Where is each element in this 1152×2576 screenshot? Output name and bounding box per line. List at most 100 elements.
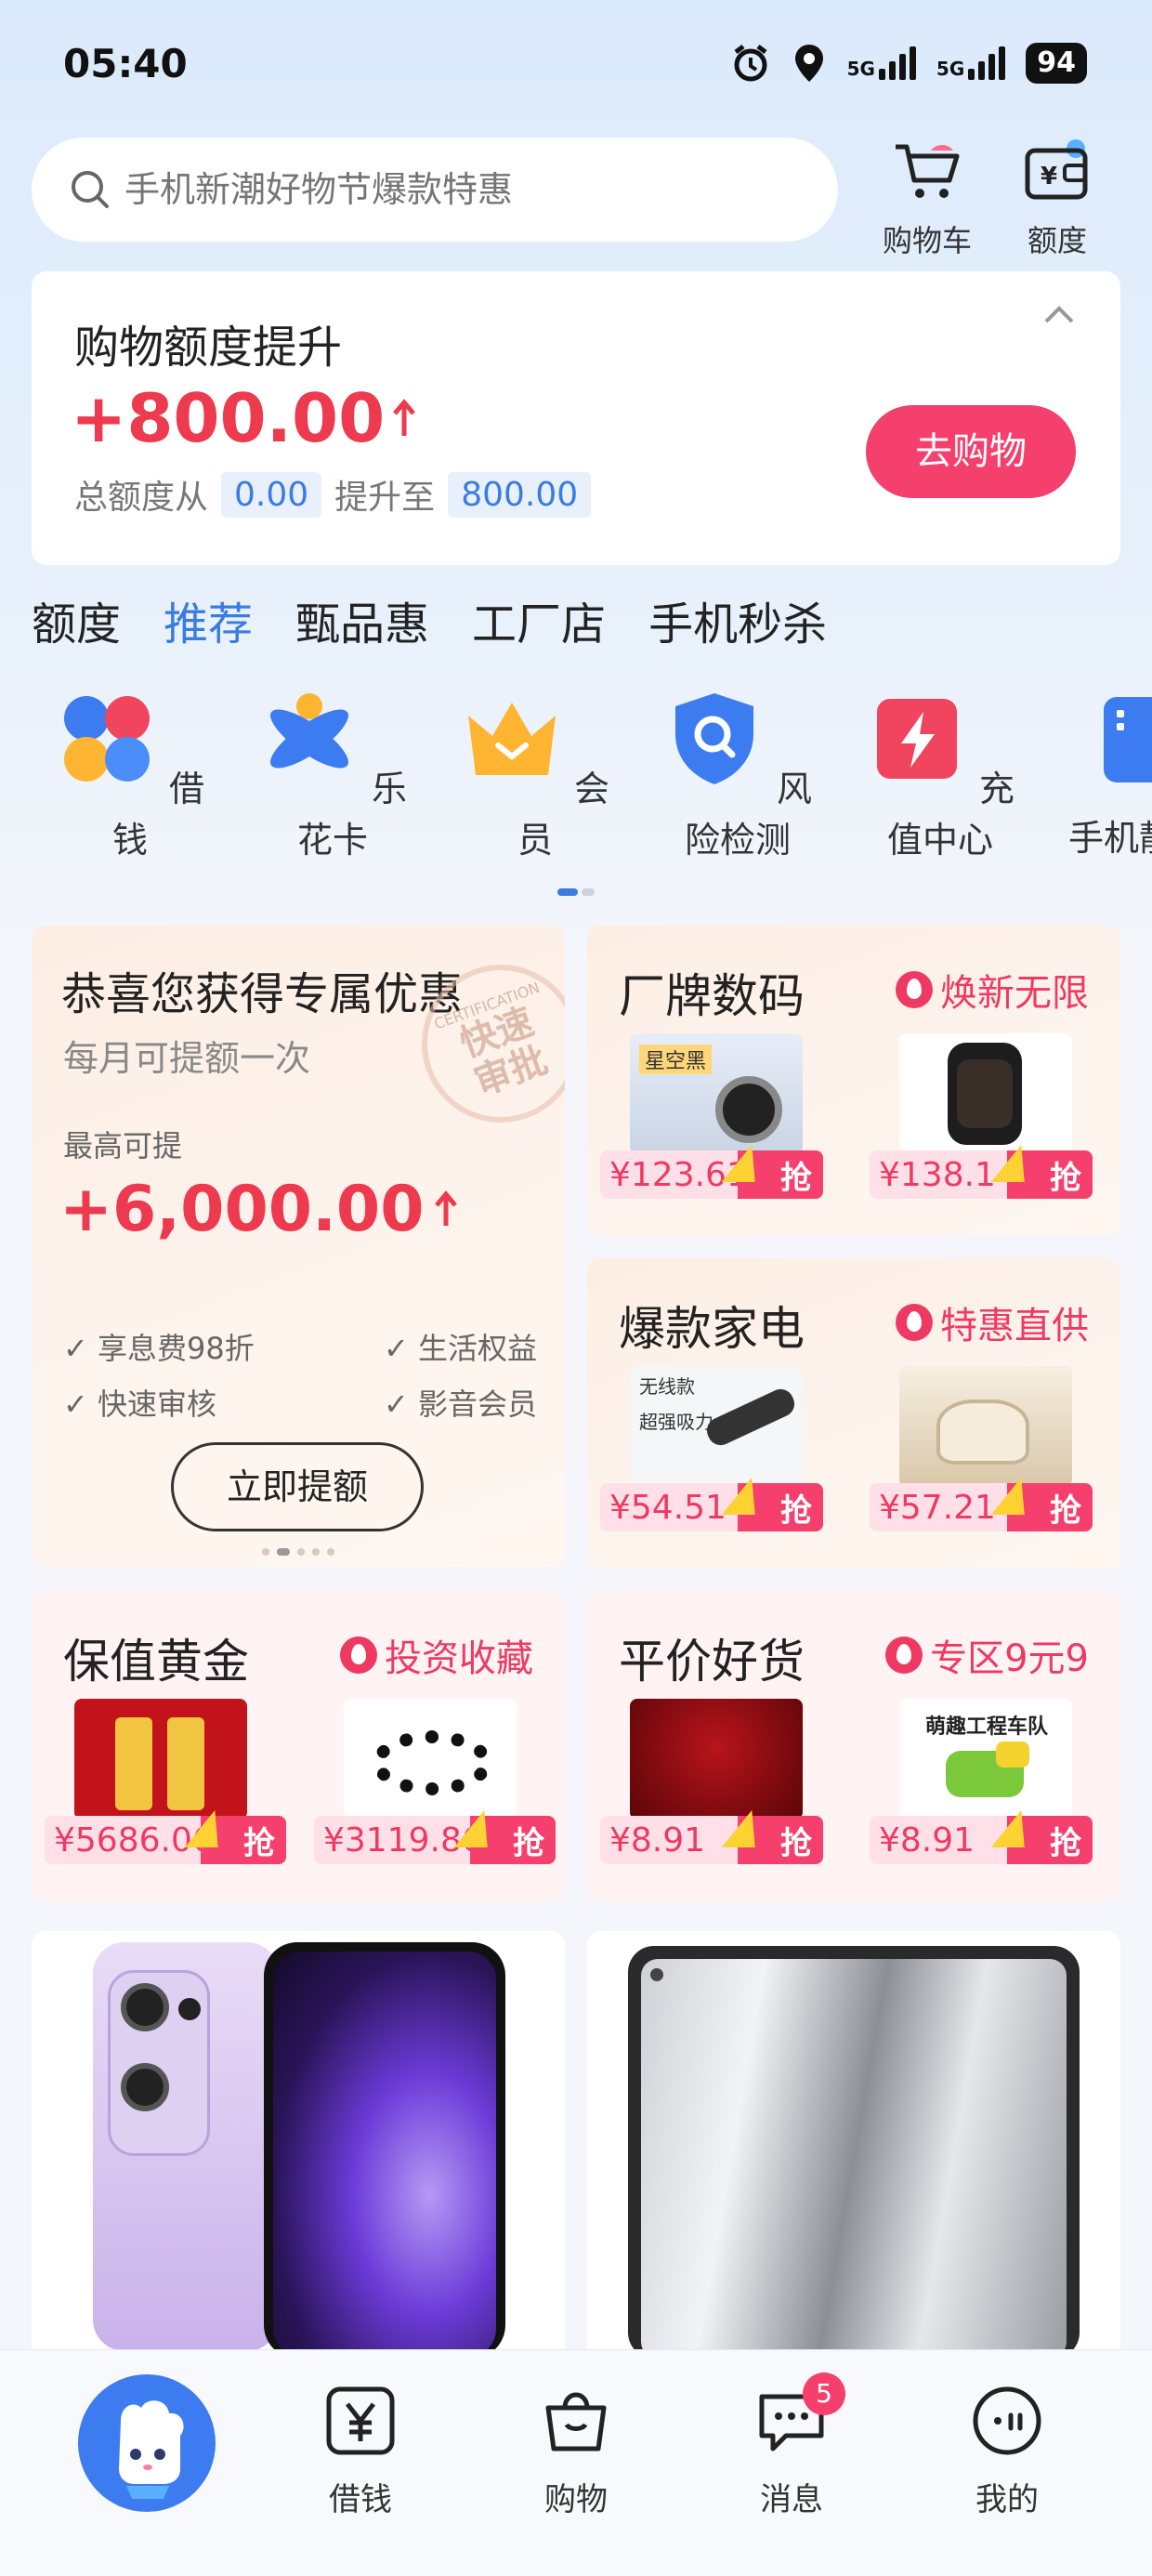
- mascot-icon: [119, 2400, 184, 2499]
- product-card-tablet[interactable]: [587, 1931, 1120, 2359]
- status-icons: 5G 5G 94: [730, 43, 1087, 84]
- quick-entry-member[interactable]: 会员: [452, 688, 619, 862]
- tablet-image: [628, 1946, 1080, 2359]
- nav-mine[interactable]: 我的: [942, 2384, 1072, 2519]
- quota-label: 额度: [1027, 223, 1087, 258]
- nav-shopping[interactable]: 购物: [511, 2384, 641, 2519]
- nav-borrow[interactable]: 借钱: [295, 2384, 425, 2519]
- phone-front-image: [264, 1942, 505, 2359]
- product-bracelet-image[interactable]: [344, 1699, 517, 1820]
- product-earbuds-image[interactable]: 星空黑: [630, 1033, 803, 1154]
- quick-entry-recharge[interactable]: 充值中心: [857, 688, 1024, 862]
- lightning-icon: [876, 699, 957, 779]
- price-tag[interactable]: ¥8.91 抢: [870, 1816, 1093, 1864]
- location-icon: [794, 45, 823, 82]
- go-shopping-button[interactable]: 去购物: [866, 405, 1076, 498]
- from-text: 总额度从: [74, 479, 209, 517]
- status-bar: 05:40 5G 5G 94: [0, 0, 1152, 130]
- amount-value: +800.00: [71, 379, 386, 457]
- grab-button[interactable]: 抢: [470, 1816, 556, 1864]
- quota-card-title: 购物额度提升: [74, 322, 343, 374]
- tab-quota[interactable]: 额度: [32, 587, 121, 652]
- quick-entry-label: 手机靓: [1068, 818, 1152, 859]
- cart-button[interactable]: 购物车: [871, 138, 983, 260]
- quick-entry-lehua-card[interactable]: 乐花卡: [249, 688, 416, 862]
- quick-entry-borrow[interactable]: 借钱: [46, 688, 214, 862]
- price-tag[interactable]: ¥138.1 抢: [870, 1150, 1093, 1199]
- mascot-home-button[interactable]: [78, 2374, 216, 2512]
- price-tag[interactable]: ¥123.61 抢: [600, 1150, 823, 1199]
- search-input[interactable]: [124, 169, 812, 210]
- nav-messages[interactable]: 5 消息: [727, 2372, 857, 2519]
- price-value: ¥57.21: [879, 1488, 996, 1527]
- raise-quota-button[interactable]: 立即提额: [171, 1442, 424, 1531]
- product-toy-truck-image[interactable]: 萌趣工程车队: [899, 1699, 1072, 1820]
- grab-button[interactable]: 抢: [738, 1483, 823, 1531]
- status-time: 05:40: [63, 41, 188, 86]
- mini-card-hot-appliances[interactable]: 爆款家电 特惠直供 无线款 超强吸力 ¥54.51 抢 ¥57.21 抢: [587, 1258, 1120, 1569]
- product-card-phone[interactable]: [32, 1931, 565, 2359]
- thumb-text: 萌趣工程车队: [925, 1715, 1049, 1739]
- signal-1: 5G: [847, 46, 916, 80]
- price-tag[interactable]: ¥57.21 抢: [870, 1483, 1093, 1531]
- product-red-envelope-image[interactable]: [630, 1699, 803, 1820]
- price-value: ¥54.51: [609, 1488, 727, 1527]
- price-tag[interactable]: ¥8.91 抢: [600, 1816, 823, 1864]
- max-amount-value: +6,000.00: [59, 1173, 425, 1246]
- mini-card-tag-label: 焕新无限: [940, 972, 1089, 1015]
- mini-card-title: 平价好货: [619, 1635, 805, 1689]
- grab-button[interactable]: 抢: [1007, 1150, 1093, 1199]
- fire-icon: [896, 1304, 933, 1341]
- price-tag[interactable]: ¥3119.86 抢: [314, 1816, 556, 1864]
- mini-card-tag: 投资收藏: [340, 1628, 533, 1682]
- collapse-chevron-icon[interactable]: [1042, 303, 1076, 325]
- profile-dots-icon: [973, 2386, 1041, 2455]
- search-bar[interactable]: [32, 138, 838, 242]
- grab-button[interactable]: 抢: [201, 1816, 286, 1864]
- tab-phone-flash-sale[interactable]: 手机秒杀: [648, 587, 827, 652]
- product-gold-bar-image[interactable]: [74, 1699, 247, 1820]
- tab-factory-store[interactable]: 工厂店: [472, 587, 606, 652]
- grab-button[interactable]: 抢: [1007, 1483, 1093, 1531]
- mini-card-gold[interactable]: 保值黄金 投资收藏 ¥5686.06 抢 ¥3119.86 抢: [32, 1591, 565, 1901]
- quick-entry-phone[interactable]: 手机靓: [1059, 688, 1152, 861]
- mini-card-tag: 特惠直供: [896, 1295, 1089, 1349]
- product-cooker-image[interactable]: [899, 1366, 1072, 1487]
- search-icon: [72, 171, 109, 208]
- benefit-item: ✓ 影音会员: [384, 1387, 537, 1422]
- signal-2: 5G: [936, 46, 1006, 80]
- product-vacuum-image[interactable]: 无线款 超强吸力: [630, 1366, 803, 1487]
- grab-button[interactable]: 抢: [1007, 1816, 1093, 1864]
- exclusive-offer-card[interactable]: 恭喜您获得专属优惠 每月可提额一次 CERTIFICATION 快速审批 最高可…: [32, 926, 565, 1567]
- product-watch-image[interactable]: [899, 1033, 1072, 1154]
- fire-icon: [340, 1636, 377, 1674]
- quota-button[interactable]: ¥ 额度: [1001, 138, 1113, 260]
- network-type-label: 5G: [936, 58, 965, 80]
- shield-search-icon: [674, 693, 753, 784]
- price-tag[interactable]: ¥5686.06 抢: [45, 1816, 286, 1864]
- battery-indicator: 94: [1026, 43, 1087, 84]
- grab-button[interactable]: 抢: [738, 1816, 823, 1864]
- quick-entry-risk-check[interactable]: 风险检测: [654, 688, 821, 862]
- price-value: ¥8.91: [879, 1820, 975, 1860]
- mini-card-title: 保值黄金: [63, 1635, 249, 1689]
- quota-change-line: 总额度从 0.00 提升至 800.00: [74, 470, 592, 519]
- yen-icon: [326, 2386, 395, 2455]
- network-type-label: 5G: [846, 58, 875, 80]
- to-text: 提升至: [334, 479, 436, 517]
- tab-select-deals[interactable]: 甄品惠: [295, 587, 429, 652]
- alarm-icon: [734, 45, 767, 82]
- phone-back-image: [93, 1942, 279, 2351]
- benefit-item: ✓ 生活权益: [384, 1331, 537, 1366]
- grab-button[interactable]: 抢: [738, 1150, 823, 1199]
- price-tag[interactable]: ¥54.51 抢: [600, 1483, 823, 1531]
- bottom-navigation: 借钱 购物 5 消息 我的: [0, 2349, 1152, 2576]
- mini-card-brand-digital[interactable]: 厂牌数码 焕新无限 星空黑 ¥123.61 抢 ¥138.1 抢: [587, 926, 1120, 1236]
- message-count-badge: 5: [803, 2372, 845, 2415]
- cart-label: 购物车: [882, 223, 972, 258]
- offer-subtitle: 每月可提额一次: [63, 1038, 311, 1079]
- mini-card-budget-goods[interactable]: 平价好货 专区9元9 ¥8.91 抢 萌趣工程车队 ¥8.91 抢: [587, 1591, 1120, 1901]
- mini-card-tag-label: 专区9元9: [930, 1637, 1089, 1680]
- tab-recommend[interactable]: 推荐: [164, 587, 253, 652]
- crown-icon: [467, 703, 556, 775]
